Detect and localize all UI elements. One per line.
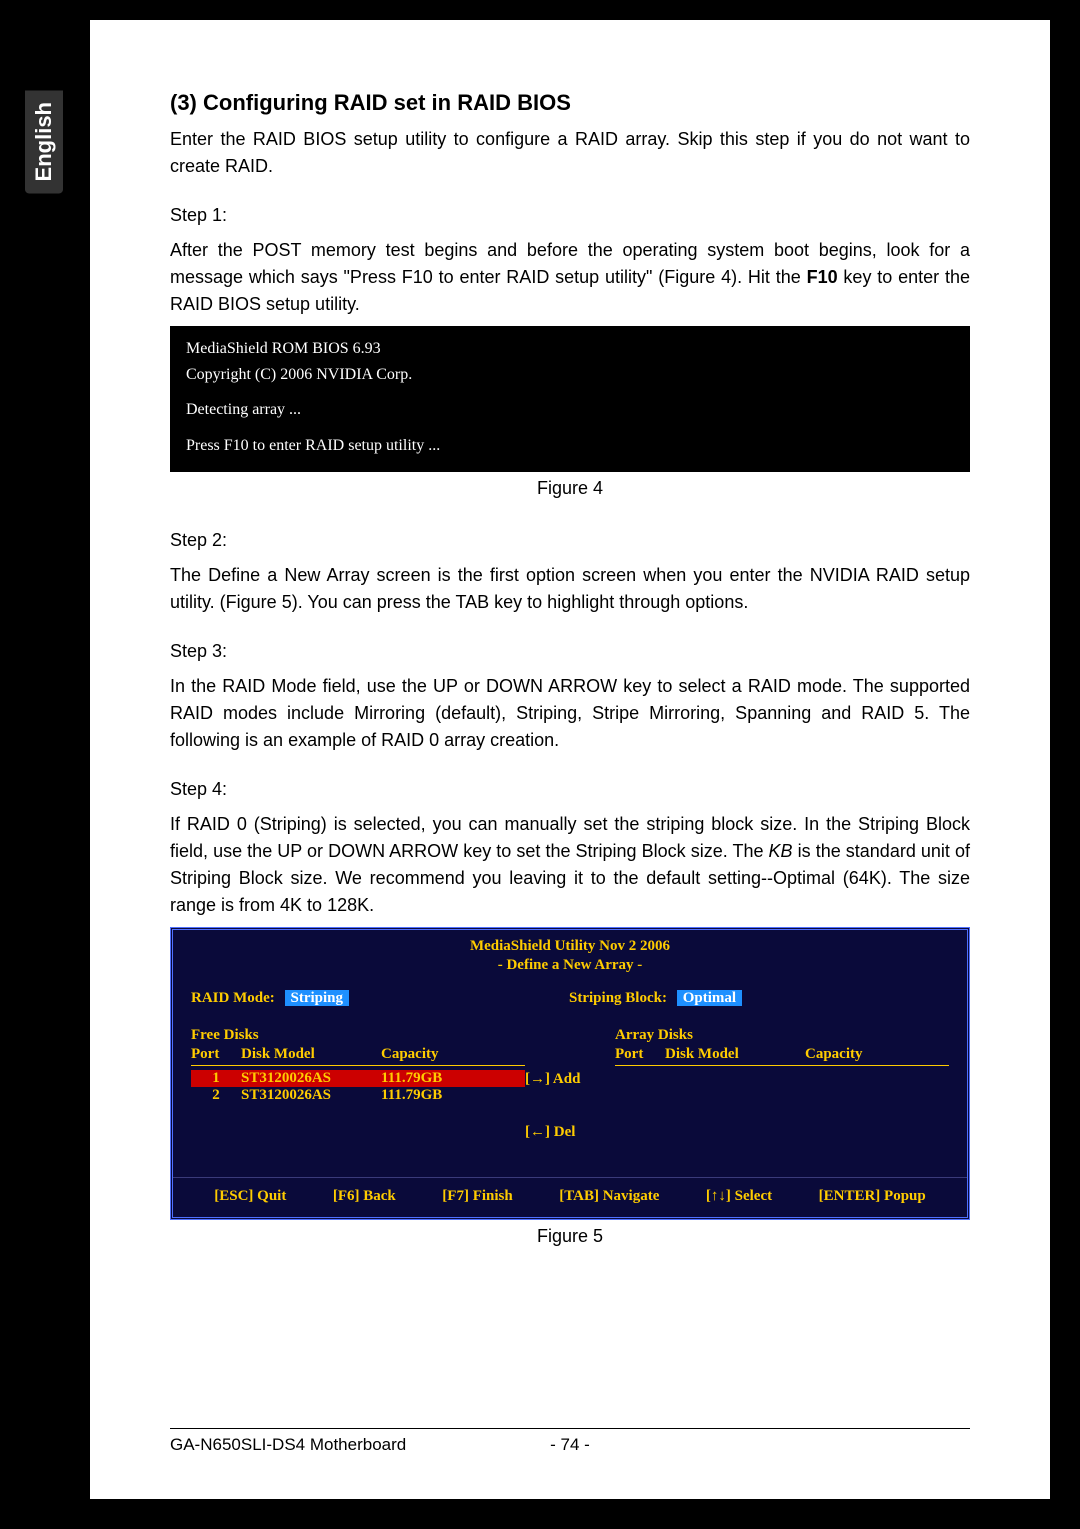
language-tab: English [25,90,63,193]
array-disks-panel: Array Disks Port Disk Model Capacity [615,1027,949,1177]
disk-model: ST3120026AS [241,1070,381,1087]
bios-line: Detecting array ... [186,397,954,423]
step1-label: Step 1: [170,202,970,229]
raid-mode-label: RAID Mode: [191,990,275,1006]
key-esc[interactable]: [ESC] Quit [214,1188,286,1205]
key-f6[interactable]: [F6] Back [333,1188,396,1205]
disk-row-selected[interactable]: 1 ST3120026AS 111.79GB [191,1070,525,1087]
figure5-caption: Figure 5 [170,1226,970,1247]
col-port: Port [191,1046,241,1063]
step4-text: If RAID 0 (Striping) is selected, you ca… [170,811,970,919]
striping-block-value[interactable]: Optimal [677,990,742,1006]
step1-text: After the POST memory test begins and be… [170,237,970,318]
key-enter[interactable]: [ENTER] Popup [819,1188,926,1205]
raid-mode-value[interactable]: Striping [285,990,350,1006]
bios-line: Copyright (C) 2006 NVIDIA Corp. [186,362,954,388]
raid-subtitle: - Define a New Array - [173,957,967,982]
del-button[interactable]: [←] Del [525,1124,615,1141]
key-f7[interactable]: [F7] Finish [442,1188,512,1205]
raid-footer-keys: [ESC] Quit [F6] Back [F7] Finish [TAB] N… [173,1177,967,1217]
disk-model: ST3120026AS [241,1087,381,1104]
add-button[interactable]: [→] Add [525,1071,615,1088]
col-model: Disk Model [241,1046,381,1063]
disk-row[interactable]: 2 ST3120026AS 111.79GB [191,1087,525,1104]
footer-page-number: - 74 - [550,1435,590,1455]
free-disks-header: Free Disks [191,1027,525,1044]
raid-utility-figure5: MediaShield Utility Nov 2 2006 - Define … [170,927,970,1220]
page-content: (3) Configuring RAID set in RAID BIOS En… [90,20,1050,1499]
raid-mode-row: RAID Mode: Striping Striping Block: Opti… [173,982,967,1017]
striping-block-label: Striping Block: [569,990,667,1006]
step2-label: Step 2: [170,527,970,554]
intro-text: Enter the RAID BIOS setup utility to con… [170,126,970,180]
free-disks-panel: Free Disks Port Disk Model Capacity 1 ST… [191,1027,525,1177]
step1-key: F10 [807,267,838,287]
disk-capacity: 111.79GB [381,1070,481,1087]
bios-line: MediaShield ROM BIOS 6.93 [186,336,954,362]
step3-label: Step 3: [170,638,970,665]
figure4-caption: Figure 4 [170,478,970,499]
step3-text: In the RAID Mode field, use the UP or DO… [170,673,970,754]
array-disks-header: Array Disks [615,1027,949,1044]
col-model: Disk Model [665,1046,805,1063]
bios-screen-figure4: MediaShield ROM BIOS 6.93 Copyright (C) … [170,326,970,472]
step2-text: The Define a New Array screen is the fir… [170,562,970,616]
col-capacity: Capacity [381,1046,481,1063]
disk-port: 2 [191,1087,241,1104]
col-port: Port [615,1046,665,1063]
disk-capacity: 111.79GB [381,1087,481,1104]
disk-port: 1 [191,1070,241,1087]
add-del-controls: [→] Add [←] Del [525,1027,615,1177]
bios-line: Press F10 to enter RAID setup utility ..… [186,433,954,459]
col-capacity: Capacity [805,1046,905,1063]
key-tab[interactable]: [TAB] Navigate [559,1188,659,1205]
raid-title: MediaShield Utility Nov 2 2006 [173,930,967,957]
page-footer: GA-N650SLI-DS4 Motherboard - 74 - [170,1428,970,1455]
step4-kb: KB [769,841,793,861]
key-arrows[interactable]: [↑↓] Select [706,1188,772,1205]
section-heading: (3) Configuring RAID set in RAID BIOS [170,90,970,116]
step4-label: Step 4: [170,776,970,803]
